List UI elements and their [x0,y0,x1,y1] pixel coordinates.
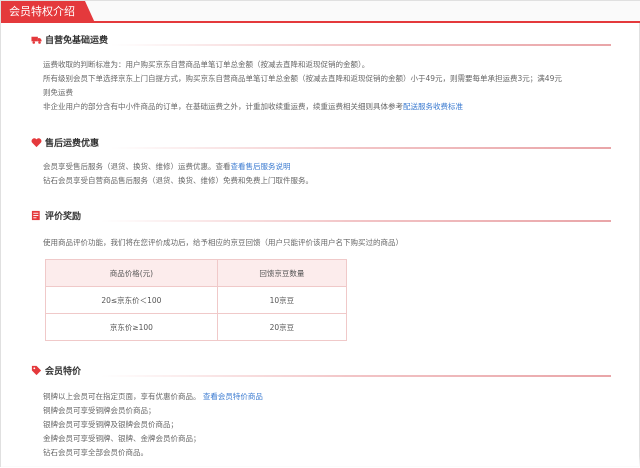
freight-line-3: 则免运费 [43,88,73,97]
freight-line-1: 运费收取的判断标准为：用户购买京东自营商品单笔订单总金额（按减去直降和返现促销的… [43,60,370,69]
member-price-link[interactable]: 查看会员特价商品 [203,392,263,401]
review-reward-table: 商品价格(元) 回馈京豆数量 20≤京东价＜100 10京豆 京东价≥100 2… [45,259,348,341]
price-tag-icon [31,365,42,376]
price-line-3: 银牌会员可享受铜牌及银牌会员价商品； [43,420,178,429]
section-divider [111,44,611,46]
member-privileges-page: 会员特权介绍 自营免基础运费 运费收取的判断标准为：用户购买京东自营商品单笔订单… [0,0,640,468]
bottom-fade [1,456,640,468]
freight-line-2: 所有级别会员下单选择京东上门自提方式，购买京东自营商品单笔订单总金额（按减去直降… [43,74,562,83]
freight-line-4-text: 非企业用户的部分含有中小件商品的订单，在基础运费之外，计重加收续重运费，续重运费… [43,102,403,111]
table-row: 20≤京东价＜100 10京豆 [45,286,348,314]
section-divider [101,375,611,377]
section-aftersale-header: 售后运费优惠 [31,136,611,150]
price-line-1: 铜牌以上会员可在指定页面，享有优惠价商品。 查看会员特价商品 [43,391,263,402]
price-line-1-text: 铜牌以上会员可在指定页面，享有优惠价商品。 [43,392,201,401]
aftersale-line-1: 会员享受售后服务（退货、换货、维修）运费优惠。查看查看售后服务说明 [43,161,291,172]
table-header-row: 商品价格(元) 回馈京豆数量 [45,259,348,287]
section-review-title: 评价奖励 [45,212,82,222]
section-divider [101,220,611,222]
cell-beans: 10京豆 [216,286,348,314]
freight-line-4: 非企业用户的部分含有中小件商品的订单，在基础运费之外，计重加收续重运费，续重运费… [43,101,463,112]
truck-icon [31,36,42,44]
section-aftersale-title: 售后运费优惠 [45,139,100,149]
section-price-title: 会员特价 [45,367,82,377]
header-beans: 回馈京豆数量 [216,259,348,287]
edit-note-icon [31,210,40,221]
header-bar: 会员特权介绍 [1,1,640,23]
price-line-4: 金牌会员可享受铜牌、银牌、金牌会员价商品； [43,434,201,443]
cell-beans: 20京豆 [216,313,348,341]
price-line-2: 铜牌会员可享受铜牌会员价商品； [43,406,156,415]
cell-price: 京东价≥100 [45,313,218,341]
section-price-header: 会员特价 [31,364,611,378]
review-line-1: 使用商品评价功能，我们将在您评价成功后，给予相应的京豆回馈（用户只能评价该用户名… [43,238,403,247]
section-review-header: 评价奖励 [31,209,611,223]
tab-member-privileges[interactable]: 会员特权介绍 [1,1,95,23]
section-freight-header: 自营免基础运费 [31,33,611,47]
section-divider [111,147,611,149]
aftersale-line-2: 钻石会员享受自营商品售后服务（退货、换货、维修）免费和免费上门取件服务。 [43,176,313,185]
cell-price: 20≤京东价＜100 [45,286,218,314]
header-price: 商品价格(元) [45,259,218,287]
freight-fee-standard-link[interactable]: 配送服务收费标准 [403,102,463,111]
aftersale-line-1-text: 会员享受售后服务（退货、换货、维修）运费优惠。查看 [43,162,231,171]
table-row: 京东价≥100 20京豆 [45,313,348,341]
section-freight-title: 自营免基础运费 [45,36,109,46]
heart-icon [31,138,42,148]
aftersale-info-link[interactable]: 查看售后服务说明 [231,162,291,171]
